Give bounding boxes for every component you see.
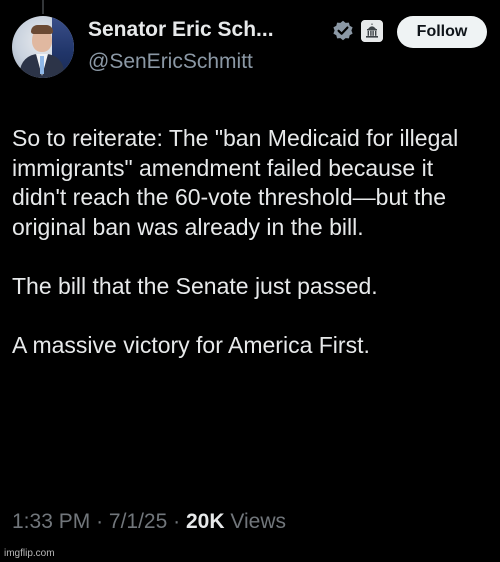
- meta-separator: ·: [96, 510, 104, 533]
- avatar[interactable]: [12, 16, 74, 78]
- tweet-text: So to reiterate: The "ban Medicaid for i…: [12, 124, 488, 390]
- views-count: 20K: [185, 510, 225, 533]
- tweet-metadata: 1:33 PM · 7/1/25 · 20K Views: [12, 510, 286, 534]
- author-handle[interactable]: @SenEricSchmitt: [88, 50, 253, 74]
- meta-separator: ·: [173, 510, 181, 533]
- avatar-tie: [40, 56, 44, 74]
- avatar-hair: [31, 25, 53, 34]
- tweet-paragraph: The bill that the Senate just passed.: [12, 272, 378, 299]
- follow-button[interactable]: Follow: [397, 16, 487, 48]
- thread-connector-line: [42, 0, 44, 14]
- views-label: Views: [230, 510, 286, 533]
- author-display-name[interactable]: Senator Eric Sch...: [88, 18, 274, 42]
- government-building-icon: [361, 20, 383, 42]
- tweet-paragraph: A massive victory for America First.: [12, 331, 370, 358]
- tweet-header: Senator Eric Sch... @SenEricSchmitt Foll…: [12, 16, 488, 84]
- tweet-paragraph: So to reiterate: The "ban Medicaid for i…: [12, 125, 459, 240]
- verified-badge-icon: [333, 20, 353, 41]
- tweet-date[interactable]: 7/1/25: [109, 510, 167, 533]
- watermark: imgflip.com: [4, 548, 55, 559]
- tweet-time[interactable]: 1:33 PM: [12, 510, 90, 533]
